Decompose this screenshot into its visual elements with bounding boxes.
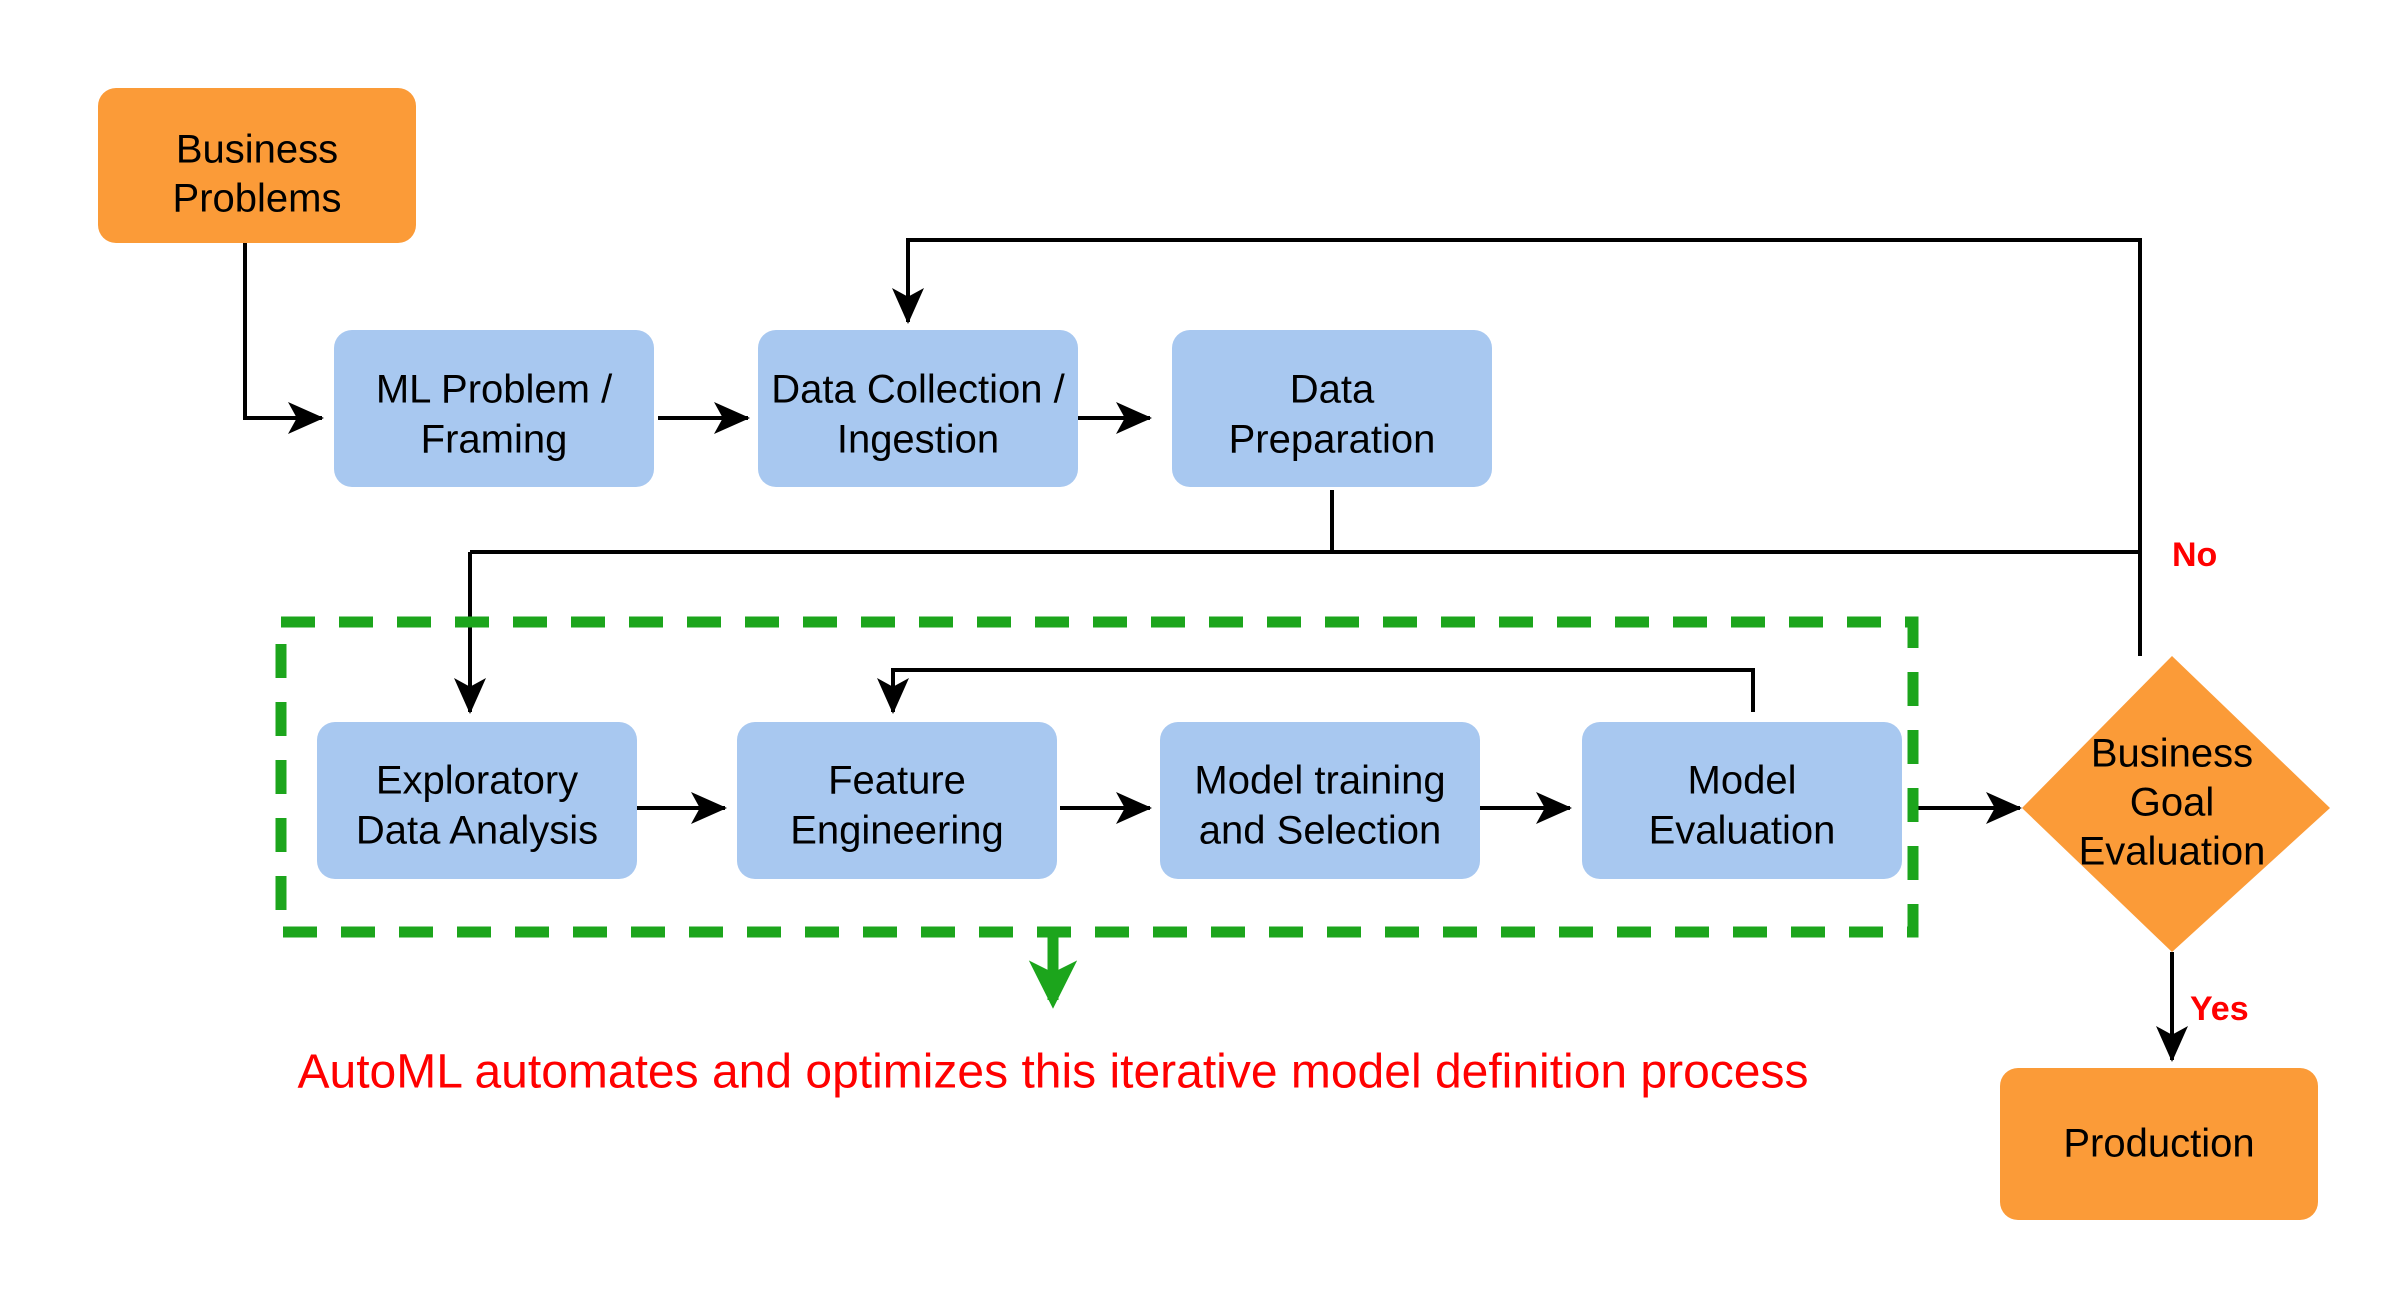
- node-model-evaluation-label-line1: Model: [1688, 759, 1797, 803]
- node-data-preparation-label-line1: Data: [1290, 368, 1375, 412]
- node-model-evaluation-label-line2: Evaluation: [1649, 809, 1836, 853]
- node-feature-engineering-label-line2: Engineering: [790, 809, 1004, 853]
- node-feature-engineering-label-line1: Feature: [828, 759, 966, 803]
- node-model-training-selection-label-line1: Model training: [1194, 759, 1445, 803]
- node-ml-problem-framing[interactable]: ML Problem / Framing: [334, 330, 654, 487]
- node-model-training-selection[interactable]: Model training and Selection: [1160, 722, 1480, 879]
- node-business-goal-evaluation-label-line2: Goal: [2130, 781, 2215, 825]
- flowchart-canvas: Business Problems ML Problem / Framing D…: [0, 0, 2402, 1314]
- automl-caption: AutoML automates and optimizes this iter…: [298, 1046, 1809, 1099]
- node-business-problems[interactable]: Business Problems: [98, 88, 416, 243]
- node-ml-problem-framing-label-line2: Framing: [421, 418, 568, 462]
- branch-label-yes: Yes: [2190, 990, 2249, 1028]
- node-ml-problem-framing-label-line1: ML Problem /: [376, 368, 613, 412]
- node-business-problems-label-line1: Business: [176, 128, 338, 172]
- edge-business-problems-to-ml-framing: [243, 243, 324, 434]
- node-production[interactable]: Production: [2000, 1068, 2318, 1220]
- node-model-evaluation[interactable]: Model Evaluation: [1582, 722, 1902, 879]
- edge-model-evaluation-back-to-feature-engineering: [877, 668, 1755, 714]
- node-data-preparation[interactable]: Data Preparation: [1172, 330, 1492, 487]
- edge-no-feedback-loop-to-data-collection: [892, 238, 2142, 656]
- node-business-goal-evaluation[interactable]: Business Goal Evaluation: [2022, 656, 2330, 952]
- node-exploratory-data-analysis[interactable]: Exploratory Data Analysis: [317, 722, 637, 879]
- flowchart-svg: Business Problems ML Problem / Framing D…: [98, 88, 2330, 1220]
- node-business-goal-evaluation-label-line3: Evaluation: [2079, 830, 2266, 874]
- node-feature-engineering[interactable]: Feature Engineering: [737, 722, 1057, 879]
- node-business-problems-label-line2: Problems: [173, 177, 342, 221]
- node-model-training-selection-label-line2: and Selection: [1199, 809, 1441, 853]
- node-business-goal-evaluation-label-line1: Business: [2091, 732, 2253, 776]
- node-production-label: Production: [2063, 1122, 2254, 1166]
- node-data-collection-label-line1: Data Collection /: [771, 368, 1065, 412]
- branch-label-no: No: [2172, 536, 2217, 574]
- node-data-collection[interactable]: Data Collection / Ingestion: [758, 330, 1078, 487]
- node-exploratory-data-analysis-label-line2: Data Analysis: [356, 809, 598, 853]
- node-exploratory-data-analysis-label-line1: Exploratory: [376, 759, 578, 803]
- node-data-preparation-label-line2: Preparation: [1229, 418, 1436, 462]
- node-data-collection-label-line2: Ingestion: [837, 418, 999, 462]
